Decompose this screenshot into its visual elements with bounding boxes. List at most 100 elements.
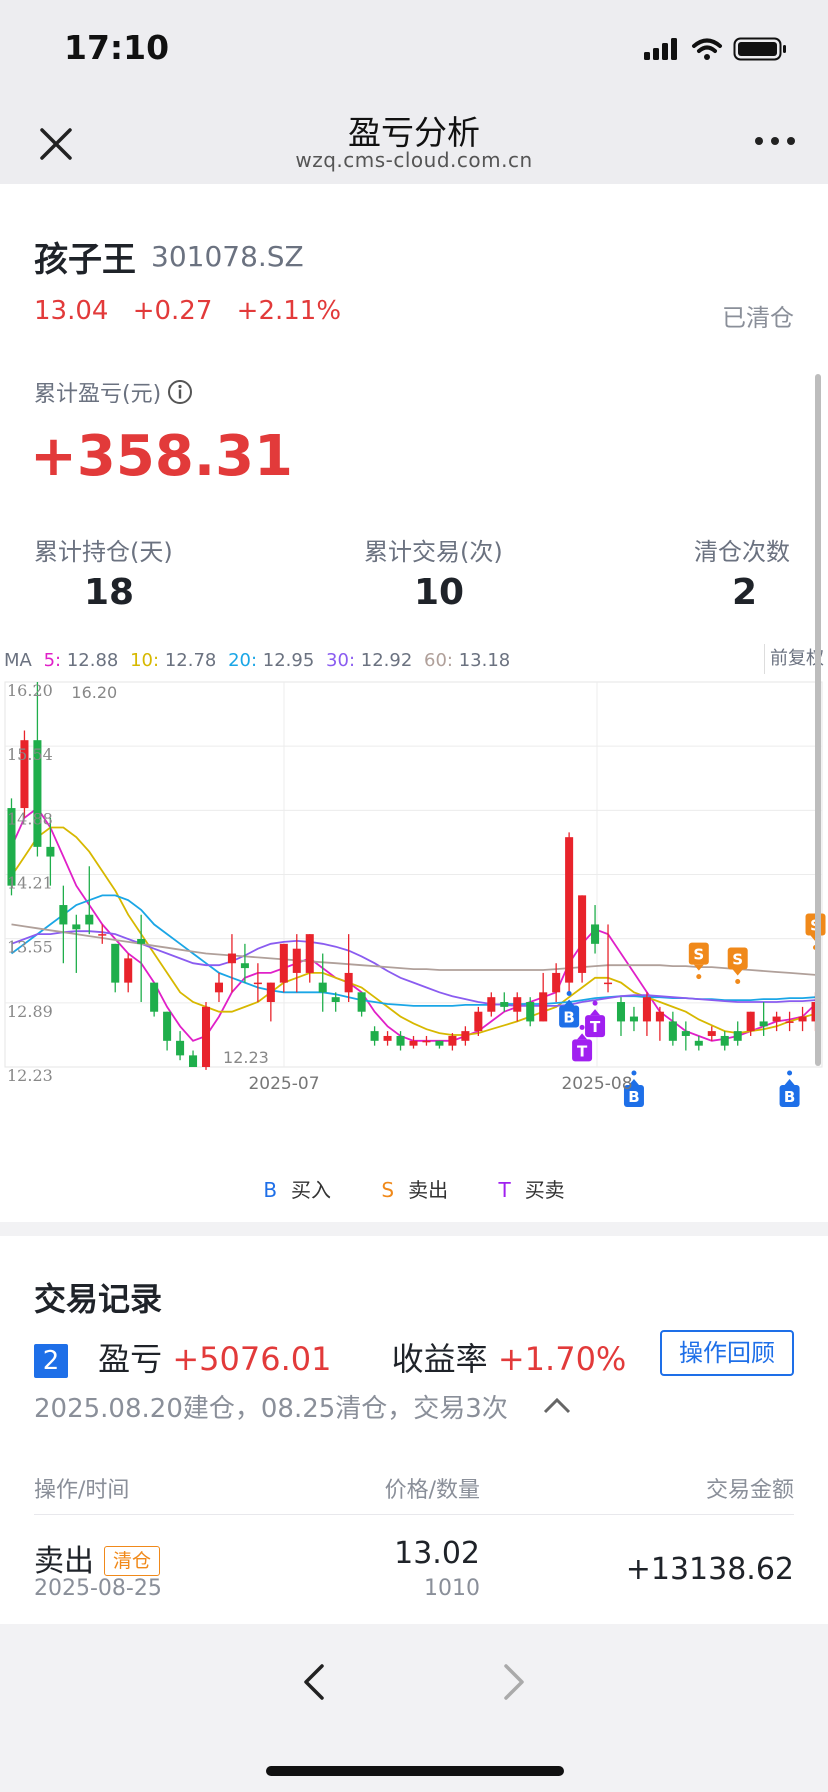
pl-label: 累计盈亏(元) — [34, 376, 193, 411]
stat-trades-value: 10 — [414, 572, 465, 613]
row-amount: +13138.62 — [625, 1552, 794, 1587]
stat-trades-label: 累计交易(次) — [364, 538, 503, 566]
stock-change-pct: +2.11% — [236, 296, 342, 326]
candle — [798, 1016, 807, 1022]
candle — [111, 943, 120, 983]
marker-dot — [566, 990, 572, 996]
stat-hold-days-label: 累计持仓(天) — [34, 538, 173, 566]
status-icons — [644, 36, 794, 68]
marker-dot — [787, 1070, 793, 1076]
trade-records: 交易记录 2 盈亏 +5076.01 收益率 +1.70% 操作回顾 2025.… — [0, 1236, 828, 1624]
candle — [539, 992, 548, 1022]
signal-icon — [644, 38, 677, 60]
ma30-value: 12.92 — [360, 650, 413, 671]
scrollbar[interactable] — [815, 374, 821, 1066]
candle — [305, 934, 314, 973]
candle — [72, 924, 81, 930]
candle — [124, 958, 133, 983]
candle — [733, 1031, 742, 1041]
record-pl-label: 盈亏 — [98, 1340, 163, 1378]
candle — [344, 972, 353, 993]
position-status: 已清仓 — [722, 304, 794, 332]
chevron-left-icon — [304, 1664, 324, 1700]
pl-label-text: 累计盈亏(元) — [34, 382, 162, 407]
candle — [85, 914, 94, 925]
marker-dot — [579, 1024, 585, 1030]
x-tick-label: 2025-08 — [561, 1074, 632, 1094]
ma5-value: 12.88 — [66, 650, 119, 671]
candle — [707, 1031, 716, 1036]
candle — [409, 1040, 418, 1046]
candle — [759, 1021, 768, 1027]
trade-marker-s: S — [688, 942, 709, 980]
back-button[interactable] — [294, 1658, 334, 1706]
candle — [448, 1035, 457, 1046]
col-price-qty: 价格/数量 — [384, 1478, 480, 1503]
candle — [46, 846, 55, 857]
candle — [137, 938, 146, 944]
candle — [604, 982, 613, 985]
y-tick-label: 14.88 — [7, 809, 53, 828]
candle — [292, 948, 301, 973]
record-index: 2 — [34, 1344, 68, 1378]
ma-lines — [10, 806, 817, 1042]
stock-change: +0.27 — [132, 296, 213, 326]
candle — [720, 1035, 729, 1046]
legend-trade-label: 买卖 — [524, 1178, 565, 1202]
y-tick-label: 14.21 — [7, 874, 53, 893]
info-icon[interactable] — [167, 379, 193, 411]
forward-button[interactable] — [494, 1658, 534, 1706]
candle — [240, 963, 249, 969]
candle — [176, 1040, 185, 1056]
chart-grid — [4, 681, 823, 1068]
candle — [150, 982, 159, 1012]
marker-legend: B 买入 S 卖出 T 买卖 — [0, 1174, 828, 1203]
page-url: wzq.cms-cloud.com.cn — [295, 148, 533, 172]
marker-label: B — [563, 1008, 574, 1026]
candle — [435, 1040, 444, 1046]
candle — [513, 997, 522, 1012]
row-price: 13.02 — [394, 1536, 480, 1571]
status-time: 17:10 — [64, 28, 170, 67]
marker-pointer — [590, 1009, 601, 1016]
row-date: 2025-08-25 — [34, 1576, 162, 1601]
marker-dot — [696, 974, 702, 980]
ma20-value: 12.95 — [262, 650, 315, 671]
candle — [746, 1011, 755, 1032]
y-tick-label: 12.89 — [7, 1002, 53, 1021]
record-summary[interactable]: 2025.08.20建仓，08.25清仓，交易3次 — [34, 1388, 572, 1425]
marker-label: T — [590, 1018, 601, 1036]
candle — [98, 934, 107, 936]
review-button[interactable]: 操作回顾 — [660, 1330, 794, 1376]
candle — [487, 997, 496, 1012]
trade-marker-s: S — [727, 947, 748, 984]
candle — [227, 953, 236, 964]
kline-chart[interactable]: BTTBSSBS 16.2015.5414.8814.2113.5512.891… — [0, 674, 828, 1154]
trade-marker-b: B — [779, 1070, 800, 1107]
record-summary-text: 2025.08.20建仓，08.25清仓，交易3次 — [34, 1394, 508, 1424]
candle — [785, 1021, 794, 1023]
stat-clear-count-value: 2 — [732, 572, 758, 613]
status-bar: 17:10 — [0, 0, 828, 100]
candle — [694, 1040, 703, 1046]
ma-line-ma10 — [10, 826, 816, 1036]
ma20-label: 20: — [228, 650, 258, 671]
candle — [591, 924, 600, 944]
candle — [461, 1031, 470, 1041]
candle — [668, 1021, 677, 1041]
trade-marker-t: T — [585, 1000, 606, 1038]
candle — [526, 1002, 535, 1022]
more-button[interactable] — [752, 126, 798, 156]
legend-trade: T 买卖 — [498, 1174, 564, 1203]
row-action: 卖出 清仓 — [34, 1536, 161, 1580]
candle — [642, 997, 651, 1022]
candle — [629, 1016, 638, 1022]
record-rate-label: 收益率 — [391, 1340, 488, 1378]
stat-hold-days-value: 18 — [84, 572, 135, 613]
divider — [34, 1514, 794, 1515]
candle — [772, 1016, 781, 1022]
stock-name: 孩子王 — [34, 240, 136, 280]
stock-price: 13.04 — [34, 296, 109, 326]
y-tick-label: 12.23 — [7, 1066, 53, 1085]
row-action-text: 卖出 — [34, 1544, 94, 1579]
